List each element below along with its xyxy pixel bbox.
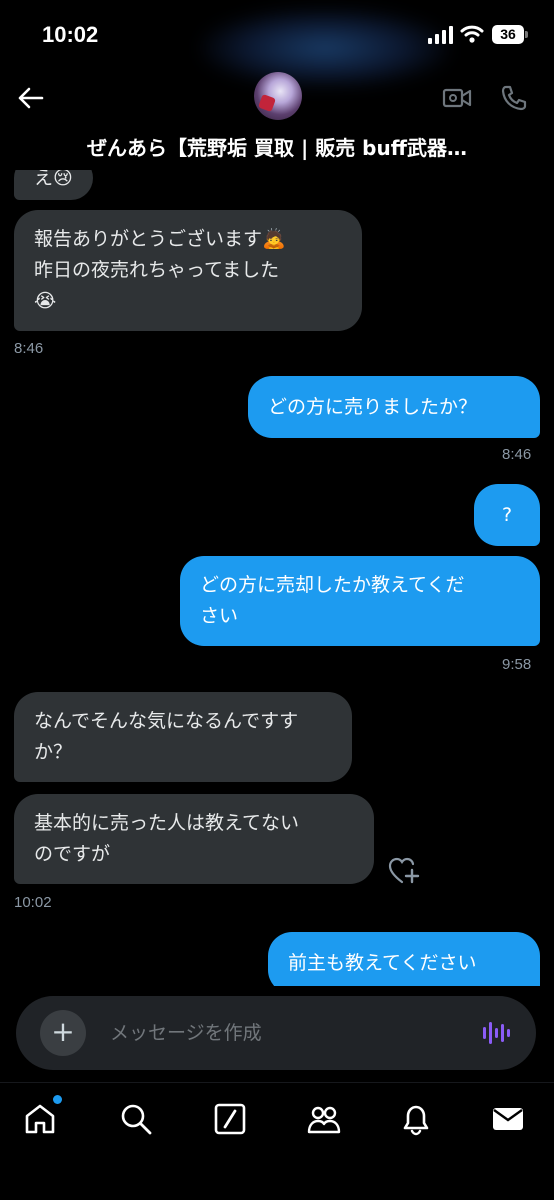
status-bar: 10:02 36 <box>0 0 554 88</box>
add-reaction-heart-icon[interactable] <box>388 856 420 886</box>
message-composer: + <box>16 996 536 1070</box>
home-unread-dot <box>53 1095 62 1104</box>
status-time: 10:02 <box>42 22 99 47</box>
message-timestamp: 8:46 <box>502 446 532 463</box>
nav-home[interactable] <box>20 1099 60 1139</box>
message-bubble-outgoing[interactable]: 前主も教えてください <box>268 932 540 986</box>
nav-communities[interactable] <box>304 1099 344 1139</box>
nav-notifications[interactable] <box>396 1099 436 1139</box>
message-text: 前主も教えてください <box>288 952 477 974</box>
message-text: 😭 <box>34 290 57 312</box>
nav-messages[interactable] <box>488 1099 528 1139</box>
message-text: ? <box>501 504 513 526</box>
message-bubble-incoming[interactable]: なんでそんな気になるんですす か？ <box>14 692 352 782</box>
back-arrow-icon[interactable] <box>16 86 44 110</box>
cellular-signal-icon <box>428 26 453 44</box>
battery-level: 36 <box>492 25 524 44</box>
video-call-icon[interactable] <box>442 86 472 110</box>
bottom-navigation <box>0 1082 554 1200</box>
conversation-title[interactable]: ぜんあら【荒野垢 買取 | 販売 buff武器… <box>0 132 554 161</box>
message-text: え😢 <box>34 170 73 189</box>
add-attachment-button[interactable]: + <box>40 1010 86 1056</box>
message-bubble-incoming[interactable]: 報告ありがとうございます🙇 昨日の夜売れちゃってました 😭 <box>14 210 362 331</box>
message-text: 基本的に売った人は教えてない <box>34 812 300 834</box>
message-timestamp: 8:46 <box>14 340 44 357</box>
conversation-header: ぜんあら【荒野垢 買取 | 販売 buff武器… <box>0 70 554 170</box>
message-text: どの方に売却したか教えてくだ <box>200 574 465 596</box>
message-bubble-incoming[interactable]: 基本的に売った人は教えてない のですが <box>14 794 374 884</box>
message-text: 報告ありがとうございます🙇 <box>34 228 286 250</box>
avatar[interactable] <box>254 72 302 120</box>
communities-icon <box>307 1106 341 1134</box>
message-text: のですが <box>34 843 111 865</box>
wifi-icon <box>460 25 484 43</box>
message-bubble-incoming[interactable]: え😢 <box>14 170 93 200</box>
voice-message-icon[interactable] <box>482 1018 512 1048</box>
phone-call-icon[interactable] <box>500 84 528 112</box>
message-text: か？ <box>34 741 73 763</box>
search-icon <box>121 1104 152 1135</box>
nav-search[interactable] <box>116 1099 156 1139</box>
message-text: なんでそんな気になるんですす <box>34 710 299 732</box>
message-list[interactable]: え😢 報告ありがとうございます🙇 昨日の夜売れちゃってました 😭 8:46 どの… <box>0 170 554 986</box>
message-bubble-outgoing[interactable]: ? <box>474 484 540 546</box>
message-bubble-outgoing[interactable]: どの方に売却したか教えてくだ さい <box>180 556 540 646</box>
message-text: 昨日の夜売れちゃってました <box>34 259 280 281</box>
message-timestamp: 9:58 <box>502 656 532 673</box>
messages-icon <box>493 1108 523 1130</box>
message-bubble-outgoing[interactable]: どの方に売りましたか？ <box>248 376 540 438</box>
nav-grok[interactable] <box>210 1099 250 1139</box>
battery-tip <box>525 31 528 38</box>
message-text: さい <box>200 605 239 627</box>
message-input[interactable] <box>110 1016 450 1050</box>
grok-icon <box>214 1103 246 1135</box>
notifications-icon <box>403 1105 429 1136</box>
message-timestamp: 10:02 <box>14 894 52 911</box>
home-icon <box>25 1104 55 1134</box>
message-text: どの方に売りましたか？ <box>268 396 478 418</box>
